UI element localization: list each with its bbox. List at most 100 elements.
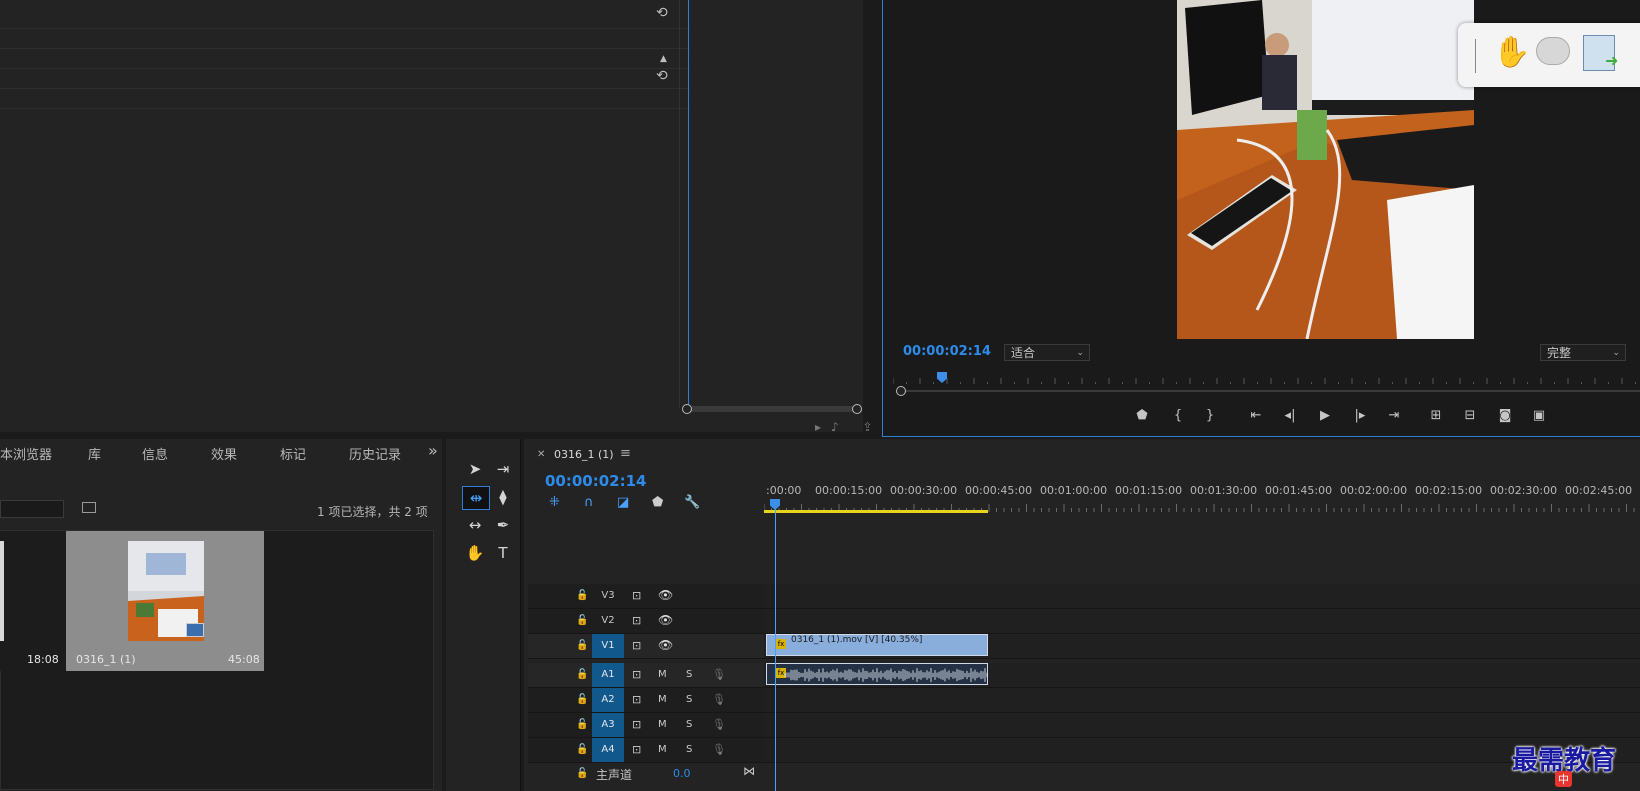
track-label[interactable]: A2 <box>592 688 624 712</box>
track-label[interactable]: V2 <box>592 609 624 633</box>
compare-icon[interactable]: ▣ <box>1527 408 1551 423</box>
tab-sequence[interactable]: 0316_1 (1) <box>554 448 614 461</box>
mic-icon[interactable]: 🎙 <box>712 668 726 681</box>
eye-icon[interactable]: 👁 <box>658 613 673 627</box>
reset-icon[interactable]: ⟲ <box>656 5 668 21</box>
lock-icon[interactable]: 🔓 <box>576 669 588 680</box>
mic-icon[interactable]: 🎙 <box>712 743 726 756</box>
solo-button[interactable]: S <box>686 694 692 705</box>
selection-tool-icon[interactable]: ➤ <box>462 458 488 480</box>
comment-icon[interactable] <box>1536 37 1570 65</box>
pen-tool-icon[interactable]: ✒ <box>490 514 516 536</box>
camera-icon[interactable]: ◙ <box>1493 408 1517 423</box>
lock-icon[interactable]: 🔓 <box>576 719 588 730</box>
track-lane-a3[interactable] <box>764 713 1640 738</box>
scroll-handle-left[interactable] <box>896 386 906 396</box>
sync-lock-icon[interactable]: ⊡ <box>632 743 641 756</box>
master-volume[interactable]: 0.0 <box>673 767 691 780</box>
solo-button[interactable]: S <box>686 744 692 755</box>
play-icon[interactable]: ▶ <box>1313 408 1337 423</box>
mic-icon[interactable]: 🎙 <box>712 718 726 731</box>
effect-controls-scrollbar[interactable] <box>687 406 855 412</box>
lock-icon[interactable]: 🔓 <box>576 590 588 601</box>
sync-lock-icon[interactable]: ⊡ <box>632 589 641 602</box>
reset-icon[interactable]: ⟲ <box>656 68 668 84</box>
tab-media-browser[interactable]: 本浏览器 <box>0 444 52 463</box>
program-timecode[interactable]: 00:00:02:14 <box>903 344 991 359</box>
sync-lock-icon[interactable]: ⊡ <box>632 718 641 731</box>
zoom-select[interactable]: 适合 ⌄ <box>1004 344 1090 361</box>
lock-icon[interactable]: 🔓 <box>576 694 588 705</box>
clip-card[interactable]: 0316_1 (1) 45:08 <box>66 531 264 671</box>
quality-select[interactable]: 完整 ⌄ <box>1540 344 1626 361</box>
nest-icon[interactable]: ⁜ <box>549 495 560 510</box>
scroll-handle-left[interactable] <box>682 404 692 414</box>
panel-menu-icon[interactable]: ≡ <box>620 446 631 461</box>
mute-button[interactable]: M <box>658 744 667 755</box>
go-to-in-icon[interactable]: ⇤ <box>1244 408 1268 423</box>
tab-history[interactable]: 历史记录 <box>349 444 401 463</box>
hand-icon[interactable]: ✋ <box>1493 35 1530 70</box>
program-zoom-scrollbar[interactable] <box>899 390 1640 392</box>
mute-button[interactable]: M <box>658 669 667 680</box>
eye-icon[interactable]: 👁 <box>658 588 673 602</box>
track-label[interactable]: A3 <box>592 713 624 737</box>
sync-lock-icon[interactable]: ⊡ <box>632 639 641 652</box>
lock-icon[interactable]: 🔓 <box>576 768 588 779</box>
lock-icon[interactable]: 🔓 <box>576 615 588 626</box>
snap-magnet-icon[interactable]: ∩ <box>584 495 594 510</box>
lock-icon[interactable]: 🔓 <box>576 744 588 755</box>
mic-icon[interactable]: 🎙 <box>712 693 726 706</box>
marker-icon[interactable]: ⬟ <box>1130 408 1154 423</box>
clip-card[interactable]: 18:08 <box>0 531 64 671</box>
audio-clip[interactable]: fx <box>766 663 988 685</box>
razor-tool-icon[interactable]: ⧫ <box>490 486 516 508</box>
tab-effects[interactable]: 效果 <box>211 444 237 463</box>
more-tabs-icon[interactable]: » <box>428 441 438 460</box>
collapse-caret-icon[interactable]: ▲ <box>660 54 667 64</box>
track-lane-v2[interactable] <box>764 609 1640 634</box>
sync-lock-icon[interactable]: ⊡ <box>632 693 641 706</box>
tab-markers[interactable]: 标记 <box>280 444 306 463</box>
track-lane-v3[interactable] <box>764 584 1640 609</box>
step-forward-icon[interactable]: |▸ <box>1348 408 1372 423</box>
wrench-icon[interactable]: 🔧 <box>684 495 700 510</box>
find-icon[interactable] <box>82 502 96 513</box>
step-back-icon[interactable]: ◂| <box>1278 408 1302 423</box>
lock-icon[interactable]: 🔓 <box>576 640 588 651</box>
timeline-playhead[interactable] <box>775 500 776 791</box>
mark-out-icon[interactable]: } <box>1198 408 1222 423</box>
program-time-ruler[interactable] <box>893 374 1640 384</box>
ripple-edit-tool-icon[interactable]: ⇹ <box>462 486 490 510</box>
go-to-end-icon[interactable]: ⋈ <box>743 764 755 778</box>
solo-button[interactable]: S <box>686 719 692 730</box>
go-to-out-icon[interactable]: ⇥ <box>1382 408 1406 423</box>
track-label[interactable]: V3 <box>592 584 624 608</box>
mute-button[interactable]: M <box>658 719 667 730</box>
track-select-tool-icon[interactable]: ⇥ <box>490 458 516 480</box>
solo-button[interactable]: S <box>686 669 692 680</box>
track-label[interactable]: V1 <box>592 634 624 658</box>
linked-selection-icon[interactable]: ◪ <box>617 495 629 510</box>
work-area-bar[interactable] <box>764 510 988 513</box>
eye-icon[interactable]: 👁 <box>658 638 673 652</box>
add-marker-icon[interactable]: ⬟ <box>652 495 663 510</box>
track-lane-a2[interactable] <box>764 688 1640 713</box>
timeline-timecode[interactable]: 00:00:02:14 <box>545 472 647 490</box>
mute-button[interactable]: M <box>658 694 667 705</box>
track-label[interactable]: A4 <box>592 738 624 762</box>
slip-tool-icon[interactable]: ↔ <box>462 514 488 536</box>
track-lane-a4[interactable] <box>764 738 1640 763</box>
effect-controls-footer-icons[interactable]: ▸♪ ⇪ <box>815 420 883 434</box>
scroll-handle-right[interactable] <box>852 404 862 414</box>
tab-libraries[interactable]: 库 <box>88 444 101 463</box>
extract-icon[interactable]: ⊟ <box>1458 408 1482 423</box>
search-input[interactable] <box>0 500 64 518</box>
sync-lock-icon[interactable]: ⊡ <box>632 614 641 627</box>
track-label[interactable]: A1 <box>592 663 624 687</box>
type-tool-icon[interactable]: T <box>490 542 516 564</box>
close-icon[interactable]: ✕ <box>537 449 545 460</box>
tab-info[interactable]: 信息 <box>142 444 168 463</box>
effect-controls-playhead[interactable] <box>688 0 689 408</box>
sync-lock-icon[interactable]: ⊡ <box>632 668 641 681</box>
